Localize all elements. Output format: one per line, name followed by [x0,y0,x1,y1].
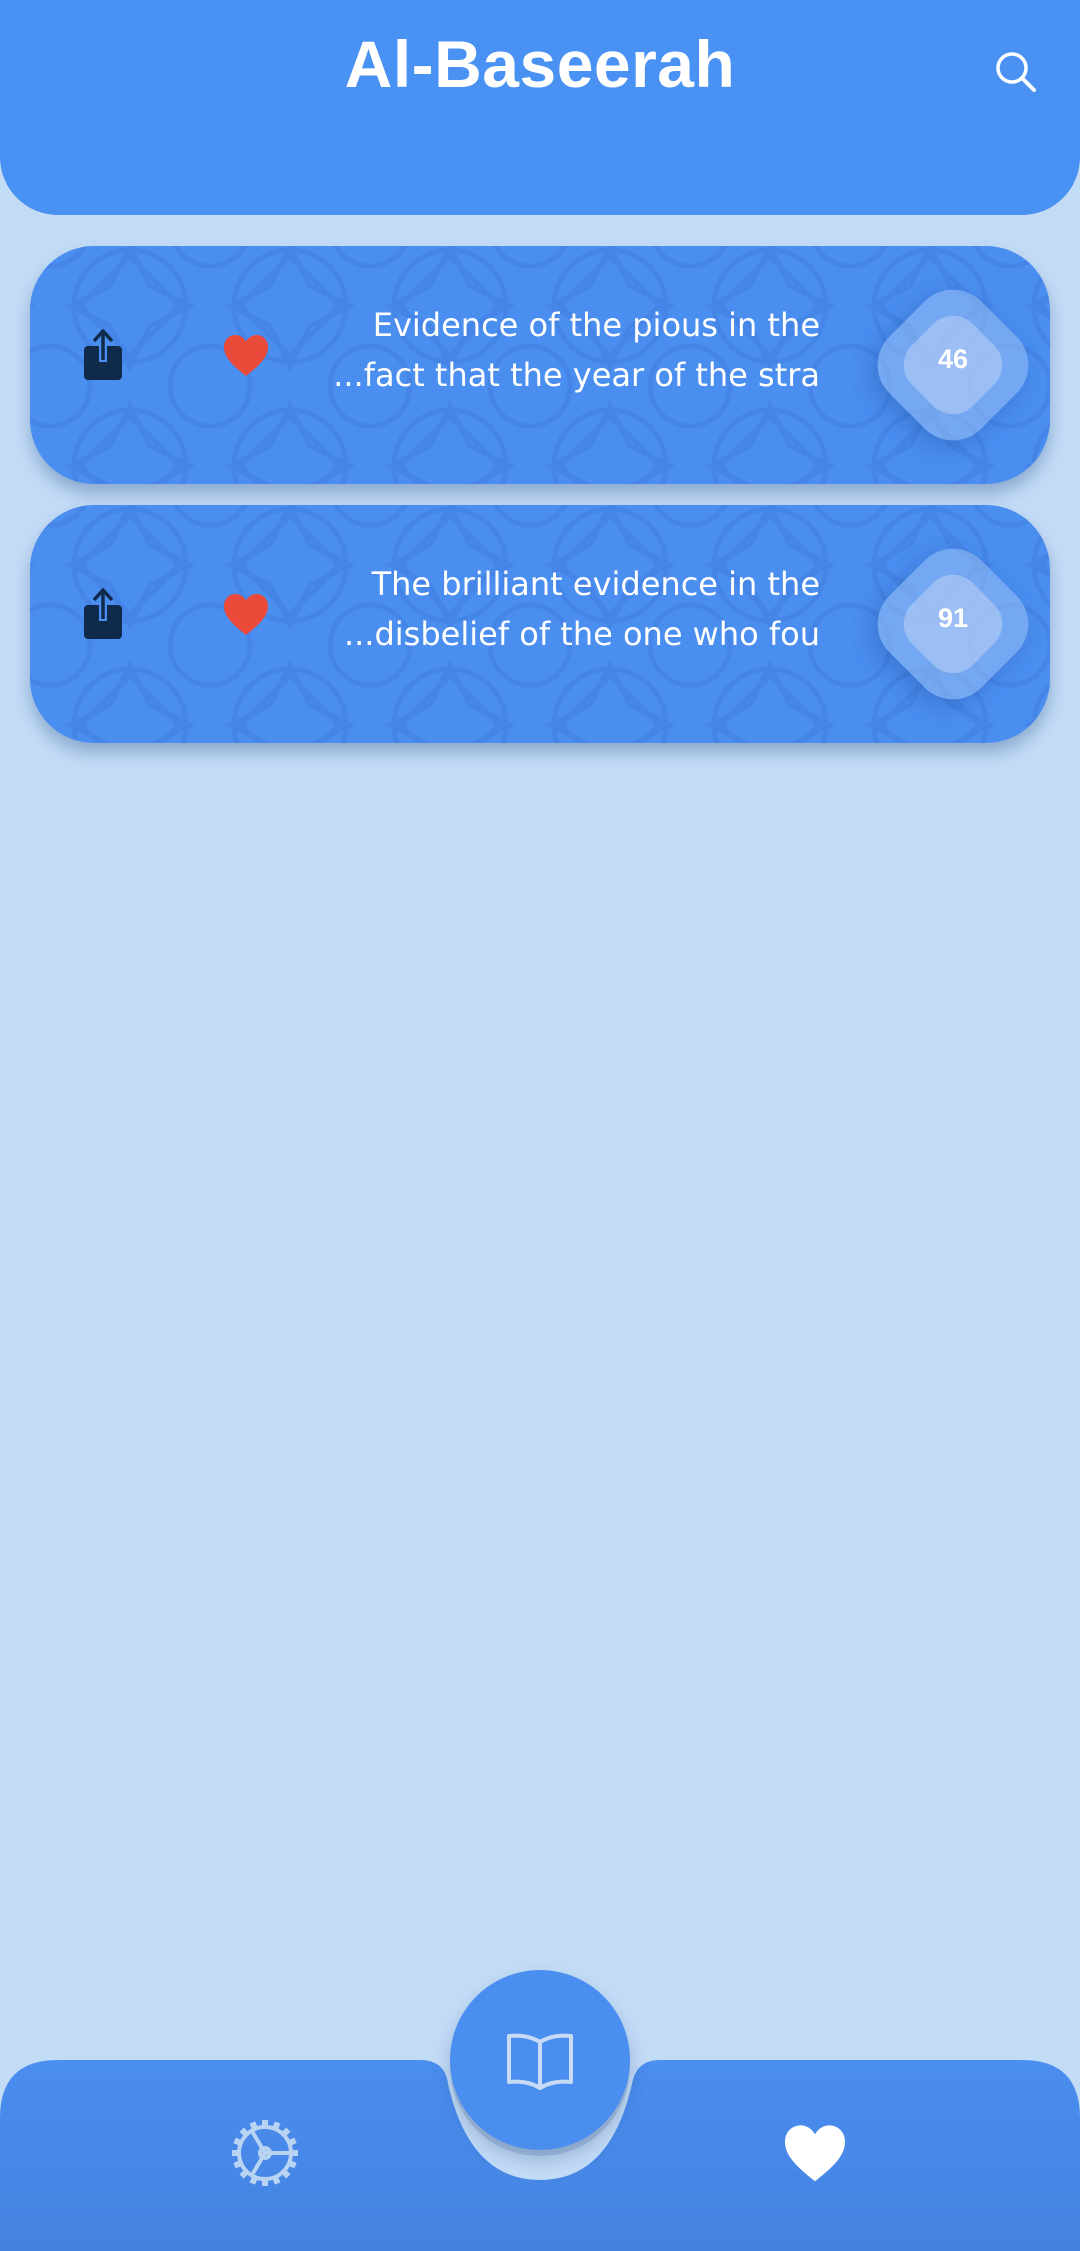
card-title: The brilliant evidence in the ...disbeli… [280,559,820,659]
number-badge: 46 [861,273,1045,457]
card-title: Evidence of the pious in the ...fact tha… [280,300,820,400]
card-title-line1: The brilliant evidence in the [371,565,820,603]
heart-icon[interactable] [222,593,270,637]
share-icon[interactable] [80,587,130,641]
settings-icon[interactable] [230,2118,300,2188]
book-button[interactable] [450,1970,630,2150]
app-title: Al-Baseerah [344,27,736,101]
favorite-card[interactable]: The brilliant evidence in the ...disbeli… [30,505,1050,743]
card-title-line2: ...fact that the year of the stra [333,356,820,394]
book-icon [507,2033,573,2090]
heart-icon[interactable] [782,2124,848,2184]
card-title-line1: Evidence of the pious in the [372,306,820,344]
badge-number: 91 [937,603,969,633]
favorite-card[interactable]: Evidence of the pious in the ...fact tha… [30,246,1050,484]
app-header: Al-Baseerah [0,0,1080,215]
number-badge: 91 [861,532,1045,716]
search-icon[interactable] [992,48,1040,96]
badge-number: 46 [937,344,969,374]
share-icon[interactable] [80,328,130,382]
card-title-line2: ...disbelief of the one who fou [343,615,820,653]
heart-icon[interactable] [222,334,270,378]
